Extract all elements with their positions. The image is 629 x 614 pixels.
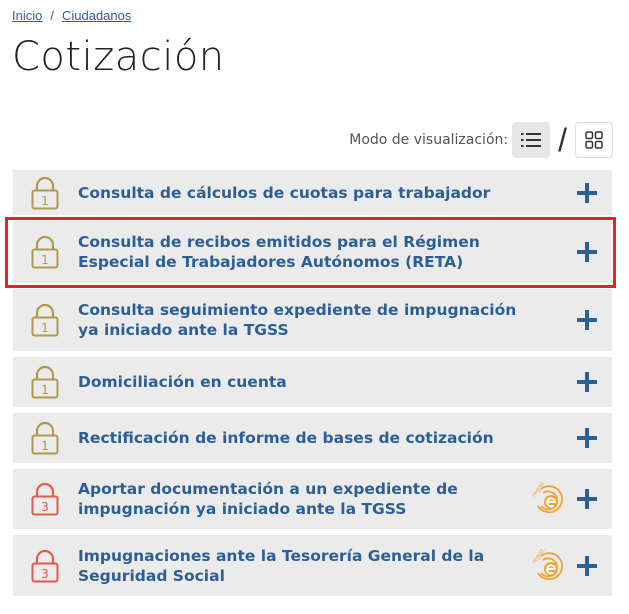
procedure-title[interactable]: Aportar documentación a un expediente de…: [78, 479, 532, 519]
list-view-button[interactable]: [512, 122, 551, 158]
procedure-title[interactable]: Consulta seguimiento expediente de impug…: [78, 300, 532, 340]
procedure-item[interactable]: 1 Consulta de cálculos de cuotas para tr…: [13, 170, 612, 215]
registro-label: registro: [532, 482, 550, 498]
procedure-item[interactable]: 1 Consulta de recibos emitidos para el R…: [13, 221, 612, 283]
lock-level-label: 1: [41, 383, 49, 397]
lock-level-label: 1: [41, 253, 49, 267]
procedure-title[interactable]: Consulta de cálculos de cuotas para trab…: [78, 183, 490, 203]
view-mode-label: Modo de visualización:: [349, 132, 509, 148]
breadcrumb-separator: /: [50, 8, 54, 23]
lock-level-label: 3: [41, 567, 49, 581]
lock-level-1-icon: 1: [31, 176, 59, 209]
plus-icon[interactable]: [576, 182, 598, 204]
view-mode-selector: Modo de visualización: /: [349, 120, 613, 160]
plus-icon[interactable]: [576, 371, 598, 393]
lock-level-1-icon: 1: [31, 421, 59, 455]
registro-electronico-icon: registro: [532, 549, 563, 580]
procedure-title[interactable]: Domiciliación en cuenta: [78, 372, 287, 392]
procedure-item[interactable]: 3 Impugnaciones ante la Tesorería Genera…: [13, 535, 612, 596]
breadcrumb: Inicio / Ciudadanos: [12, 8, 131, 23]
page-title: Cotización: [12, 34, 225, 80]
procedure-title[interactable]: Rectificación de informe de bases de cot…: [78, 428, 494, 448]
registro-electronico-icon: registro: [532, 482, 563, 514]
view-mode-divider: /: [558, 121, 567, 158]
plus-icon[interactable]: [576, 309, 598, 331]
lock-level-3-icon: 3: [31, 549, 59, 582]
plus-icon[interactable]: [576, 488, 598, 510]
lock-level-3-icon: 3: [31, 482, 59, 516]
grid-view-button[interactable]: [575, 122, 613, 158]
plus-icon[interactable]: [576, 555, 598, 577]
procedure-item[interactable]: 3 Aportar documentación a un expediente …: [13, 469, 612, 529]
plus-icon[interactable]: [576, 427, 598, 449]
list-icon: [521, 133, 542, 147]
procedure-item[interactable]: 1 Consulta seguimiento expediente de imp…: [13, 289, 612, 351]
registro-label: registro: [532, 549, 550, 565]
breadcrumb-home-link[interactable]: Inicio: [12, 8, 42, 23]
procedure-title[interactable]: Impugnaciones ante la Tesorería General …: [78, 546, 532, 586]
procedure-title[interactable]: Consulta de recibos emitidos para el Rég…: [78, 232, 532, 272]
lock-level-1-icon: 1: [31, 235, 59, 269]
lock-level-label: 1: [41, 321, 49, 335]
procedure-item[interactable]: 1 Rectificación de informe de bases de c…: [13, 413, 612, 463]
plus-icon[interactable]: [576, 241, 598, 263]
lock-level-1-icon: 1: [31, 365, 59, 399]
procedure-item[interactable]: 1 Domiciliación en cuenta: [13, 357, 612, 407]
breadcrumb-section-link[interactable]: Ciudadanos: [62, 8, 131, 23]
lock-level-1-icon: 1: [31, 303, 59, 337]
lock-level-label: 1: [41, 194, 49, 208]
lock-level-label: 3: [41, 500, 49, 514]
procedure-list: 1 Consulta de cálculos de cuotas para tr…: [13, 170, 612, 602]
grid-icon: [585, 131, 603, 149]
lock-level-label: 1: [41, 439, 49, 453]
